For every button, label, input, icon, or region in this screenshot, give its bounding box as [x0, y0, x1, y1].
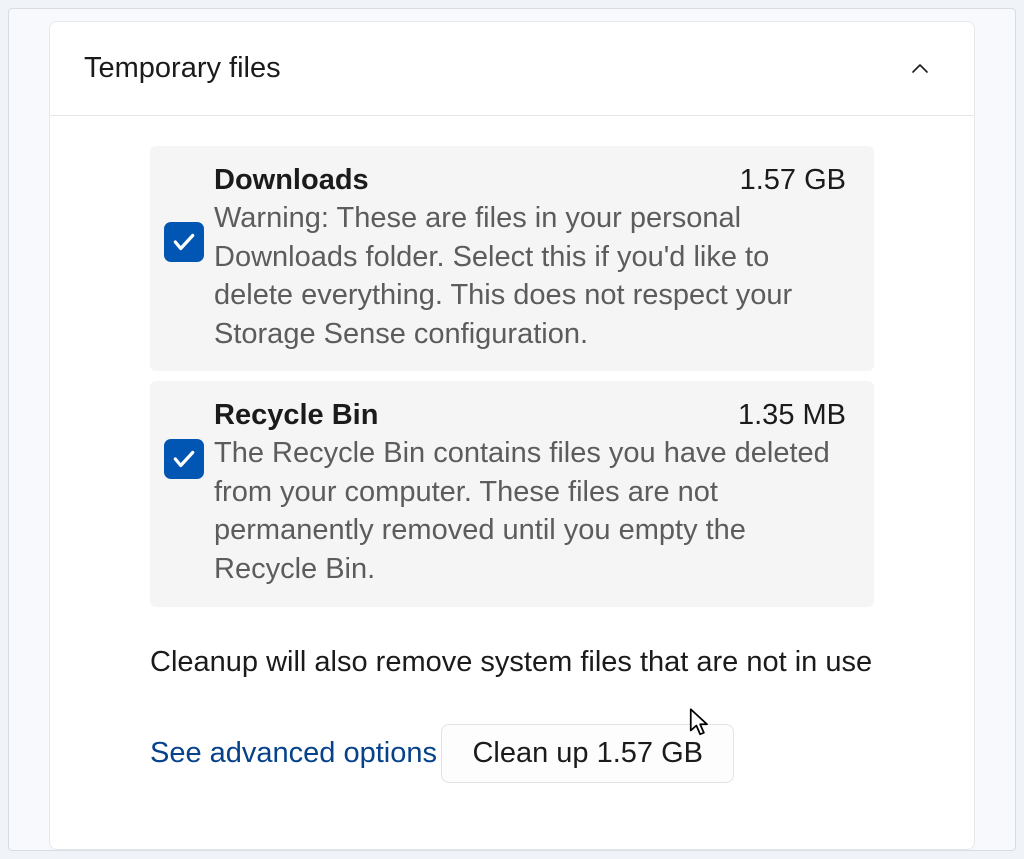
cleanup-note: Cleanup will also remove system files th… — [150, 643, 874, 682]
item-title: Downloads — [214, 164, 369, 197]
see-advanced-options-link[interactable]: See advanced options — [150, 737, 437, 770]
cleanup-item-recycle-bin: Recycle Bin 1.35 MB The Recycle Bin cont… — [150, 381, 874, 606]
item-description: Warning: These are files in your persona… — [214, 199, 846, 353]
checkbox-downloads[interactable] — [164, 222, 204, 262]
panel-header[interactable]: Temporary files — [50, 22, 974, 116]
item-title: Recycle Bin — [214, 399, 378, 432]
temporary-files-panel: Temporary files Downloads — [49, 21, 975, 850]
panel-title: Temporary files — [84, 52, 281, 85]
cleanup-item-downloads: Downloads 1.57 GB Warning: These are fil… — [150, 146, 874, 371]
mouse-cursor-icon — [689, 708, 715, 738]
item-size: 1.57 GB — [740, 164, 846, 197]
item-description: The Recycle Bin contains files you have … — [214, 434, 846, 588]
item-size: 1.35 MB — [738, 399, 846, 432]
checkmark-icon — [171, 229, 197, 255]
settings-frame: Temporary files Downloads — [8, 8, 1016, 851]
chevron-up-icon — [908, 57, 932, 81]
checkmark-icon — [171, 446, 197, 472]
checkbox-recycle-bin[interactable] — [164, 439, 204, 479]
panel-body: Downloads 1.57 GB Warning: These are fil… — [50, 116, 974, 813]
